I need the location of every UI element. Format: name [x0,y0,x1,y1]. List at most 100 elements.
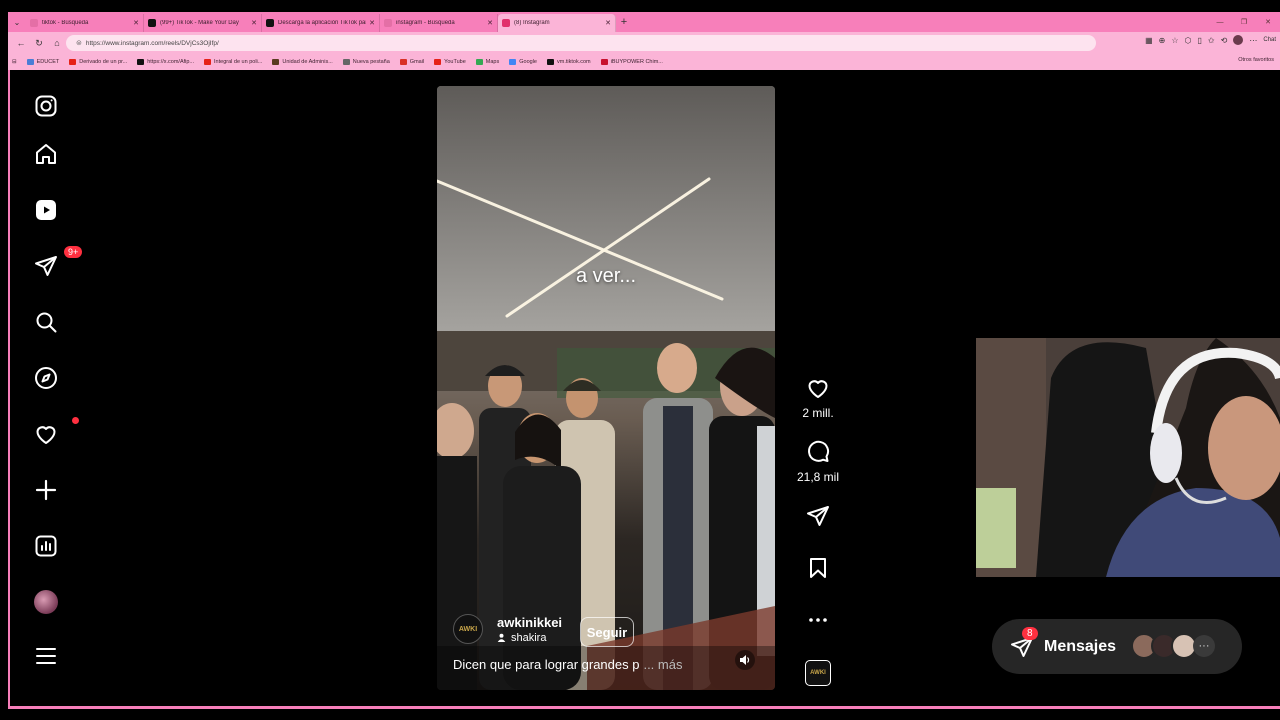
window-controls: — ❐ ✕ [1208,12,1280,32]
ellipsis-icon[interactable] [806,608,830,632]
reel-description[interactable]: Dicen que para lograr grandes p... más [453,657,682,672]
extensions-icon[interactable]: ⬡ [1185,36,1192,45]
bookmark-item[interactable]: Nueva pestaña [342,59,390,65]
bookmark-favicon-icon [399,59,407,65]
insights-chart-icon[interactable] [32,532,60,560]
close-tab-icon[interactable]: ✕ [487,19,493,27]
browser-chrome: ⌄ tiktok - Búsqueda ✕ (99+) TikTok - Make… [8,12,1280,70]
refresh-icon[interactable]: ↻ [30,38,48,49]
tab-title: (8) Instagram [514,20,550,26]
search-icon[interactable] [32,308,60,336]
tab-0[interactable]: tiktok - Búsqueda ✕ [26,14,144,32]
explore-compass-icon[interactable] [32,364,60,392]
more-link[interactable]: ... más [643,657,682,672]
webcam-image [976,338,1280,577]
create-plus-icon[interactable] [32,476,60,504]
volume-icon[interactable] [735,650,755,670]
tab-title: instagram - Búsqueda [396,20,455,26]
bookmark-icon[interactable] [806,556,830,580]
bookmark-favicon-icon [26,59,34,65]
tab-2[interactable]: Descarga la aplicación TikTok para ✕ [262,14,380,32]
maximize-icon[interactable]: ❐ [1232,18,1256,26]
app-icon[interactable]: ▦ [1145,36,1153,45]
messages-button[interactable]: 8 Mensajes ··· [992,619,1242,674]
bookmark-favicon-icon [475,59,483,65]
close-window-icon[interactable]: ✕ [1256,18,1280,26]
audio-attribution[interactable]: shakira [497,632,562,644]
bookmarks-menu-icon[interactable]: ⊟ [12,59,17,65]
bookmark-favicon-icon [69,59,77,65]
reels-icon[interactable] [32,196,60,224]
tab-favicon-icon [502,19,510,27]
close-tab-icon[interactable]: ✕ [133,19,139,27]
heart-icon[interactable] [806,376,830,400]
messages-icon: 8 [1010,626,1038,659]
other-bookmarks[interactable]: Otros favoritos [1238,57,1274,63]
author-username[interactable]: awkinikkei [497,615,562,630]
profile-avatar[interactable] [32,588,60,616]
profile-avatar[interactable] [1233,35,1244,45]
zoom-icon[interactable]: ⊕ [1159,36,1166,45]
more-contacts-icon: ··· [1193,635,1215,657]
bookmark-item[interactable]: YouTube [434,59,466,65]
split-screen-icon[interactable]: ▯ [1198,36,1202,45]
bookmark-item[interactable]: Google [509,59,537,65]
home-icon[interactable] [32,140,60,168]
minimize-icon[interactable]: — [1208,19,1232,26]
bookmark-favicon-icon [547,59,554,65]
tab-1[interactable]: (99+) TikTok - Make Your Day ✕ [144,14,262,32]
comment-icon[interactable] [806,440,830,464]
bookmark-item[interactable]: Maps [475,59,499,65]
tab-title: Descarga la aplicación TikTok para [278,20,367,26]
history-icon[interactable]: ⟲ [1221,36,1228,45]
home-icon[interactable]: ⌂ [48,38,66,48]
tab-3[interactable]: instagram - Búsqueda ✕ [380,14,498,32]
direct-messages-icon[interactable]: 9+ [32,246,83,280]
back-icon[interactable]: ← [12,38,30,48]
close-tab-icon[interactable]: ✕ [369,19,375,27]
follow-button[interactable]: Seguir [580,617,634,647]
tab-4[interactable]: (8) Instagram ✕ [498,14,616,32]
tab-bar: ⌄ tiktok - Búsqueda ✕ (99+) TikTok - Make… [8,12,1280,32]
comment-action[interactable]: 21,8 mil [790,440,846,484]
audio-thumbnail[interactable]: AWKI [805,660,831,686]
site-info-icon[interactable]: ⊜ [76,39,82,47]
share-icon[interactable] [806,504,830,528]
bookmark-item[interactable]: EDUCET [26,59,59,65]
tab-favicon-icon [30,19,38,27]
like-action[interactable]: 2 mill. [790,376,846,420]
bookmark-item[interactable]: Integral de un poli... [204,59,262,65]
author-avatar[interactable]: AWKI [453,614,483,644]
reel-author[interactable]: AWKI awkinikkei shakira [453,614,562,644]
audio-name: shakira [511,631,547,644]
bookmark-item[interactable]: Derivado de un pr... [69,59,127,65]
close-tab-icon[interactable]: ✕ [605,19,611,27]
close-tab-icon[interactable]: ✕ [251,19,257,27]
video-frame [437,86,775,690]
url-text: https://www.instagram.com/reels/DVjCs3Oj… [85,39,219,47]
favorite-star-icon[interactable]: ☆ [1171,36,1178,45]
share-action[interactable] [790,504,846,528]
new-tab-button[interactable]: + [616,16,632,28]
save-action[interactable] [790,556,846,580]
notifications-heart-icon[interactable] [32,417,79,448]
bookmark-favicon-icon [137,59,145,65]
menu-dots-icon[interactable]: ⋯ [1249,36,1257,45]
audio-action[interactable]: AWKI [790,660,846,686]
instagram-logo-icon[interactable] [32,92,60,120]
bookmark-item[interactable]: Unidad de Adminis... [272,59,333,65]
url-field[interactable]: ⊜ https://www.instagram.com/reels/DVjCs3… [66,35,1096,51]
bookmark-favicon-icon [509,59,517,65]
bookmark-item[interactable]: Gmail [399,59,424,65]
tab-actions-icon[interactable]: ⌄ [8,12,26,32]
bookmark-favicon-icon [342,59,350,65]
favorites-icon[interactable]: ✩ [1208,36,1215,45]
bookmark-item[interactable]: vm.tiktok.com [547,59,591,65]
copilot-chat-button[interactable]: Chat [1263,37,1276,43]
bookmark-item[interactable]: iBUYPOWER Chim... [600,59,663,65]
reel-video[interactable]: a ver... AWKI awkinikkei shakira Seguir … [437,86,775,690]
more-options-action[interactable] [790,608,846,632]
bookmark-item[interactable]: https://x.com/Afip... [137,59,194,65]
more-menu-icon[interactable] [32,642,60,670]
window-border [8,706,1280,709]
